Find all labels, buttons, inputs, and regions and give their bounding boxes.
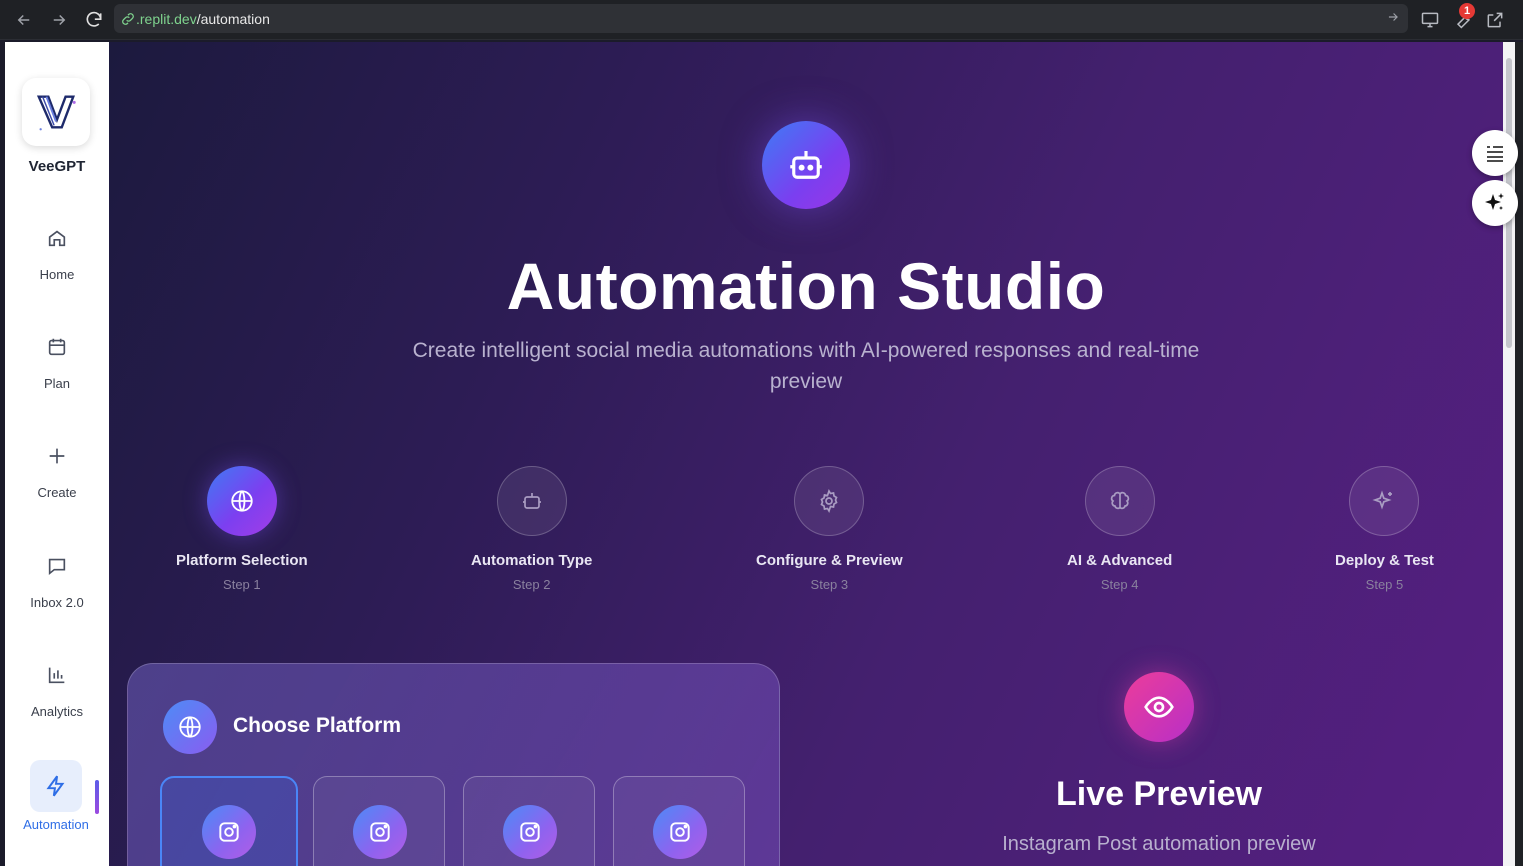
url-domain: .replit.dev	[136, 10, 197, 27]
external-link-icon[interactable]	[1483, 8, 1507, 32]
window-edge	[1515, 42, 1523, 866]
bar-chart-icon	[5, 664, 109, 688]
step-configure-preview[interactable]: Configure & Preview Step 3	[756, 466, 903, 592]
sidebar: VeeGPT Home Plan Create Inbox 2.0 Analyt…	[5, 42, 109, 866]
active-indicator	[95, 780, 99, 814]
message-icon	[5, 555, 109, 579]
sidebar-item-label: Automation	[23, 817, 89, 832]
monitor-icon[interactable]	[1418, 8, 1442, 32]
sidebar-item-label: Plan	[43, 376, 71, 391]
url-path: /automation	[196, 10, 270, 27]
step-number: Step 5	[1365, 577, 1404, 592]
step-title: Configure & Preview	[756, 552, 903, 569]
step-number: Step 4	[1100, 577, 1139, 592]
main-content: Automation Studio Create intelligent soc…	[109, 42, 1503, 866]
sparkle-icon	[1349, 466, 1420, 536]
sidebar-item-create[interactable]: Create	[5, 445, 109, 500]
robot-icon	[762, 121, 850, 209]
notification-badge: 1	[1459, 3, 1475, 19]
link-icon	[122, 12, 134, 25]
step-deploy-test[interactable]: Deploy & Test Step 5	[1335, 466, 1434, 592]
veegpt-logo[interactable]	[22, 78, 90, 146]
step-automation-type[interactable]: Automation Type Step 2	[471, 466, 592, 592]
page-subtitle: Create intelligent social media automati…	[412, 339, 1200, 393]
sidebar-item-label: Home	[39, 267, 75, 282]
plus-icon	[5, 445, 109, 469]
sidebar-item-label: Create	[37, 485, 77, 500]
step-platform-selection[interactable]: Platform Selection Step 1	[176, 466, 308, 592]
sidebar-item-label: Analytics	[30, 704, 84, 719]
instagram-icon	[653, 805, 707, 859]
eye-icon	[1124, 672, 1194, 742]
instagram-icon	[503, 805, 557, 859]
sidebar-item-analytics[interactable]: Analytics	[5, 664, 109, 719]
sidebar-item-home[interactable]: Home	[5, 227, 109, 282]
go-arrow-icon[interactable]	[1386, 10, 1400, 27]
instagram-icon	[202, 805, 256, 859]
home-icon	[5, 227, 109, 251]
globe-icon	[206, 466, 277, 536]
calendar-icon	[5, 336, 109, 360]
card-title: Choose Platform	[233, 714, 402, 737]
instagram-icon	[353, 805, 407, 859]
sidebar-item-inbox[interactable]: Inbox 2.0	[5, 555, 109, 610]
sidebar-item-automation[interactable]	[30, 760, 82, 812]
step-number: Step 3	[810, 577, 849, 592]
logo-v-icon	[36, 95, 76, 131]
ai-sparkle-icon[interactable]	[1472, 180, 1518, 226]
platform-tile[interactable]	[313, 776, 445, 866]
back-arrow-icon[interactable]	[12, 8, 36, 32]
browser-toolbar: .replit.dev/automation 1	[0, 0, 1523, 40]
live-preview-title: Live Preview	[1055, 775, 1262, 813]
choose-platform-card: Choose Platform	[127, 663, 780, 866]
brain-icon	[1084, 466, 1155, 536]
step-title: AI & Advanced	[1067, 552, 1173, 569]
step-number: Step 2	[512, 577, 551, 592]
sidebar-item-plan[interactable]: Plan	[5, 336, 109, 391]
sidebar-item-label: Inbox 2.0	[30, 595, 84, 610]
live-preview-subtitle: Instagram Post automation preview	[1002, 833, 1316, 855]
gear-icon	[794, 466, 865, 536]
step-ai-advanced[interactable]: AI & Advanced Step 4	[1067, 466, 1172, 592]
page-title: Automation Studio	[506, 249, 1106, 323]
forward-arrow-icon[interactable]	[47, 8, 71, 32]
platform-tile-instagram[interactable]	[160, 776, 298, 866]
robot-icon	[496, 466, 567, 536]
step-number: Step 1	[223, 577, 261, 592]
platform-tile[interactable]	[613, 776, 745, 866]
quote-list-icon[interactable]	[1472, 130, 1518, 176]
lightning-icon	[46, 775, 65, 797]
platform-tile[interactable]	[463, 776, 595, 866]
step-title: Platform Selection	[176, 552, 308, 569]
reload-icon[interactable]	[82, 8, 106, 32]
address-bar[interactable]: .replit.dev/automation	[114, 4, 1408, 33]
step-title: Deploy & Test	[1335, 552, 1434, 569]
brand-name: VeeGPT	[28, 158, 86, 175]
step-title: Automation Type	[471, 552, 593, 569]
globe-icon	[163, 700, 217, 754]
